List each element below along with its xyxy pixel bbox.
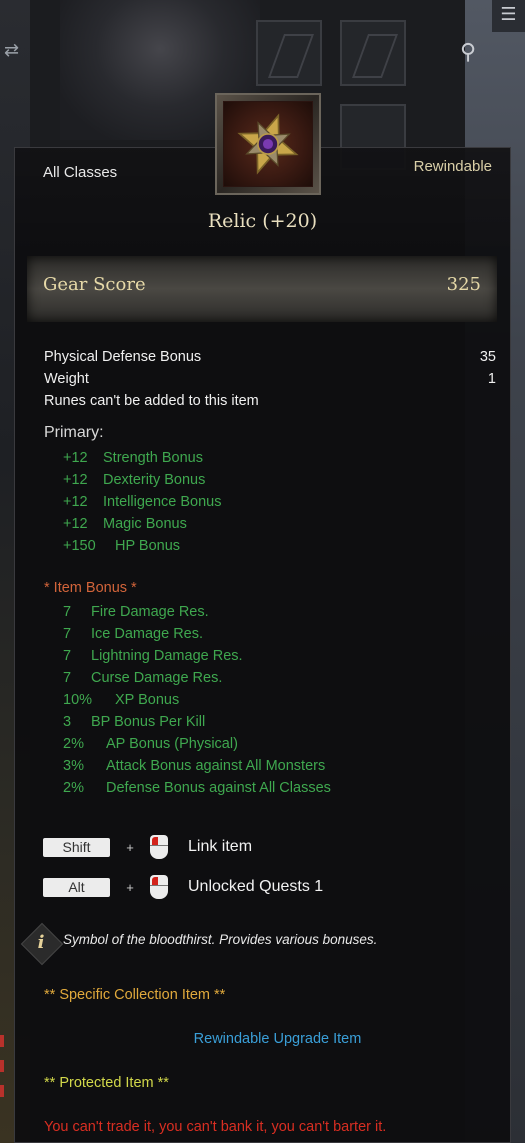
shortcut-link-item: Shift + Link item xyxy=(43,835,253,859)
stat-label: Fire Damage Res. xyxy=(91,604,209,620)
shortcut-action: Unlocked Quests 1 xyxy=(188,878,324,895)
stat-label: Strength Bonus xyxy=(103,450,203,466)
stat-row: Runes can't be added to this item xyxy=(44,390,496,412)
alt-key: Alt xyxy=(43,877,110,897)
stat-value: 2% xyxy=(63,780,84,796)
equipment-slot[interactable] xyxy=(340,20,406,86)
equipment-slot[interactable] xyxy=(256,20,322,86)
primary-title: Primary: xyxy=(44,424,104,441)
stat-label: Runes can't be added to this item xyxy=(44,393,259,409)
stat-value: 7 xyxy=(63,604,72,620)
bonus-stat: 7 Fire Damage Res. xyxy=(63,601,331,623)
gear-score-value: 325 xyxy=(446,274,481,295)
stat-value: 35 xyxy=(479,349,496,365)
stat-value: 1 xyxy=(487,371,496,387)
menu-icon[interactable]: ☰ xyxy=(492,0,525,32)
item-icon-frame xyxy=(215,93,321,195)
stat-label: Defense Bonus against All Classes xyxy=(106,780,331,796)
shortcut-quests: Alt + Unlocked Quests 1 xyxy=(43,875,324,899)
shortcut-action: Link item xyxy=(188,838,253,855)
bonus-stat: 7 Lightning Damage Res. xyxy=(63,645,331,667)
stat-value: 3 xyxy=(63,714,72,730)
stat-label: Curse Damage Res. xyxy=(91,670,223,686)
collection-note: ** Specific Collection Item ** xyxy=(44,987,226,1003)
primary-stat: +12 Intelligence Bonus xyxy=(63,491,222,513)
stat-value: +12 xyxy=(63,450,88,466)
stat-value: +12 xyxy=(63,472,88,488)
item-name: Relic (+20) xyxy=(207,210,318,232)
background-marker xyxy=(0,1085,4,1097)
stat-label: Weight xyxy=(44,371,89,387)
stat-row: Weight 1 xyxy=(44,368,496,390)
stat-label: Ice Damage Res. xyxy=(91,626,204,642)
primary-stat: +150 HP Bonus xyxy=(63,535,222,557)
stat-label: AP Bonus (Physical) xyxy=(106,736,238,752)
base-stats: Physical Defense Bonus 35 Weight 1 Runes… xyxy=(44,346,496,412)
primary-stats: +12 Strength Bonus +12 Dexterity Bonus +12… xyxy=(63,447,222,557)
stat-value: +12 xyxy=(63,494,88,510)
item-bonus-title: * Item Bonus * xyxy=(44,580,137,596)
gear-score-band: Gear Score 325 xyxy=(27,256,497,322)
stat-value: +150 xyxy=(63,538,96,554)
stat-value: +12 xyxy=(63,516,88,532)
mouse-left-click-icon xyxy=(150,875,168,899)
plus-sign: + xyxy=(126,879,134,895)
stat-label: Lightning Damage Res. xyxy=(91,648,243,664)
background-marker xyxy=(0,1035,4,1047)
zoom-icon[interactable]: ⚲ xyxy=(460,40,476,65)
primary-stat: +12 Dexterity Bonus xyxy=(63,469,222,491)
stat-value: 10% xyxy=(63,692,93,708)
stat-value: 7 xyxy=(63,648,72,664)
item-bonus-stats: 7 Fire Damage Res. 7 Ice Damage Res. 7 Ligh… xyxy=(63,601,331,799)
swap-arrows-icon[interactable]: ⇄ xyxy=(4,40,19,61)
rewind-status: Rewindable xyxy=(413,158,492,175)
stat-label: Intelligence Bonus xyxy=(103,494,222,510)
stat-value: 3% xyxy=(63,758,84,774)
rewindable-upgrade-note: Rewindable Upgrade Item xyxy=(193,1031,362,1047)
shift-key: Shift xyxy=(43,837,110,857)
mouse-left-click-icon xyxy=(150,835,168,859)
bonus-stat: 3 BP Bonus Per Kill xyxy=(63,711,331,733)
stat-value: 7 xyxy=(63,626,72,642)
item-tooltip: All Classes Rewindable Relic (+20) Gear … xyxy=(14,147,511,1143)
bonus-stat: 7 Ice Damage Res. xyxy=(63,623,331,645)
bonus-stat: 7 Curse Damage Res. xyxy=(63,667,331,689)
stat-label: BP Bonus Per Kill xyxy=(91,714,206,730)
class-restriction: All Classes xyxy=(43,164,118,181)
item-description: Symbol of the bloodthirst. Provides vari… xyxy=(63,932,378,947)
bonus-stat: 3% Attack Bonus against All Monsters xyxy=(63,755,331,777)
stat-label: Physical Defense Bonus xyxy=(44,349,202,365)
stat-label: HP Bonus xyxy=(115,538,181,554)
stat-label: Attack Bonus against All Monsters xyxy=(106,758,326,774)
stat-value: 2% xyxy=(63,736,84,752)
plus-sign: + xyxy=(126,839,134,855)
relic-item-icon xyxy=(223,101,313,187)
primary-stat: +12 Magic Bonus xyxy=(63,513,222,535)
protected-note: ** Protected Item ** xyxy=(44,1075,169,1091)
bonus-stat: 2% AP Bonus (Physical) xyxy=(63,733,331,755)
stat-row: Physical Defense Bonus 35 xyxy=(44,346,496,368)
primary-stat: +12 Strength Bonus xyxy=(63,447,222,469)
bonus-stat: 2% Defense Bonus against All Classes xyxy=(63,777,331,799)
info-icon: i xyxy=(37,932,45,953)
stat-label: Magic Bonus xyxy=(103,516,187,532)
background-marker xyxy=(0,1060,4,1072)
stat-label: XP Bonus xyxy=(115,692,180,708)
stat-value: 7 xyxy=(63,670,72,686)
gear-score-label: Gear Score xyxy=(43,274,146,295)
stat-label: Dexterity Bonus xyxy=(103,472,206,488)
bonus-stat: 10% XP Bonus xyxy=(63,689,331,711)
restriction-note: You can't trade it, you can't bank it, y… xyxy=(44,1119,387,1135)
